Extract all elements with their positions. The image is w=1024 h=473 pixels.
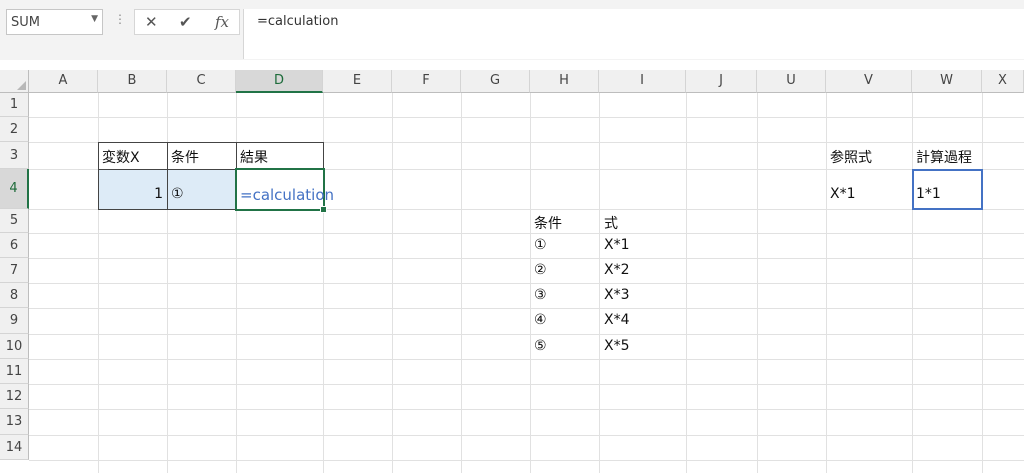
name-box[interactable]: SUM ▼ bbox=[6, 9, 103, 35]
cell-h7[interactable]: ② bbox=[534, 262, 547, 278]
row-header-6[interactable]: 6 bbox=[0, 233, 29, 258]
formula-bar-area: SUM ▼ ⋮ ✕ ✔ fx =calculation bbox=[0, 0, 1024, 60]
column-header-j[interactable]: J bbox=[686, 70, 757, 93]
gridline bbox=[29, 334, 1024, 335]
gridline bbox=[29, 460, 1024, 461]
gridline bbox=[29, 359, 1024, 360]
cell-h6[interactable]: ① bbox=[534, 237, 547, 253]
cell-i10[interactable]: X*5 bbox=[604, 338, 630, 354]
cell-i5[interactable]: 式 bbox=[604, 213, 618, 233]
cell-c4[interactable]: ① bbox=[171, 186, 184, 202]
gridline bbox=[29, 409, 1024, 410]
gridline bbox=[29, 258, 1024, 259]
cell-h8[interactable]: ③ bbox=[534, 287, 547, 303]
row-header-14[interactable]: 14 bbox=[0, 435, 29, 460]
formula-input[interactable]: =calculation bbox=[243, 9, 1024, 59]
select-all-corner[interactable] bbox=[0, 70, 29, 93]
formula-text: =calculation bbox=[257, 14, 339, 29]
column-header-w[interactable]: W bbox=[912, 70, 982, 93]
cell-w3[interactable]: 計算過程 bbox=[916, 147, 972, 167]
row-header-7[interactable]: 7 bbox=[0, 258, 29, 283]
separator bbox=[0, 60, 1024, 70]
chevron-down-icon[interactable]: ▼ bbox=[91, 14, 98, 24]
column-header-x[interactable]: X bbox=[982, 70, 1024, 93]
name-box-value: SUM bbox=[11, 15, 40, 30]
table-border bbox=[167, 142, 168, 210]
column-header-v[interactable]: V bbox=[826, 70, 912, 93]
row-header-8[interactable]: 8 bbox=[0, 283, 29, 308]
column-header-b[interactable]: B bbox=[98, 70, 167, 93]
cell-d4-formula[interactable]: =calculation bbox=[240, 186, 334, 204]
row-header-13[interactable]: 13 bbox=[0, 409, 29, 435]
gridline bbox=[29, 233, 1024, 234]
more-icon[interactable]: ⋮ bbox=[114, 12, 126, 26]
column-header-f[interactable]: F bbox=[392, 70, 461, 93]
enter-icon[interactable]: ✔ bbox=[179, 13, 192, 31]
column-header-i[interactable]: I bbox=[599, 70, 686, 93]
row-header-1[interactable]: 1 bbox=[0, 93, 29, 117]
column-header-g[interactable]: G bbox=[461, 70, 530, 93]
row-header-12[interactable]: 12 bbox=[0, 384, 29, 409]
gridline bbox=[29, 435, 1024, 436]
cell-h9[interactable]: ④ bbox=[534, 312, 547, 328]
row-header-10[interactable]: 10 bbox=[0, 334, 29, 359]
column-header-h[interactable]: H bbox=[530, 70, 599, 93]
column-header-e[interactable]: E bbox=[323, 70, 392, 93]
cell-i6[interactable]: X*1 bbox=[604, 237, 630, 253]
cell-b3[interactable]: 変数X bbox=[102, 147, 140, 167]
cell-i9[interactable]: X*4 bbox=[604, 312, 630, 328]
gridline bbox=[29, 283, 1024, 284]
cell-v4[interactable]: X*1 bbox=[830, 186, 856, 202]
cancel-icon[interactable]: ✕ bbox=[145, 13, 158, 31]
cell-h5[interactable]: 条件 bbox=[534, 213, 562, 233]
row-header-11[interactable]: 11 bbox=[0, 359, 29, 384]
formula-buttons: ✕ ✔ fx bbox=[134, 9, 240, 35]
cell-w4[interactable]: 1*1 bbox=[916, 186, 941, 202]
cell-d3[interactable]: 結果 bbox=[240, 147, 268, 167]
fill-handle[interactable] bbox=[320, 206, 327, 213]
column-header-u[interactable]: U bbox=[757, 70, 826, 93]
cell-i8[interactable]: X*3 bbox=[604, 287, 630, 303]
insert-function-icon[interactable]: fx bbox=[215, 13, 229, 31]
cell-h10[interactable]: ⑤ bbox=[534, 338, 547, 354]
row-header-5[interactable]: 5 bbox=[0, 209, 29, 233]
row-header-9[interactable]: 9 bbox=[0, 308, 29, 334]
gridline bbox=[29, 384, 1024, 385]
cell-i7[interactable]: X*2 bbox=[604, 262, 630, 278]
column-header-a[interactable]: A bbox=[29, 70, 98, 93]
row-header-2[interactable]: 2 bbox=[0, 117, 29, 142]
gridline bbox=[29, 117, 1024, 118]
column-header-c[interactable]: C bbox=[167, 70, 236, 93]
gridline bbox=[29, 308, 1024, 309]
row-header-3[interactable]: 3 bbox=[0, 142, 29, 169]
column-header-d[interactable]: D bbox=[236, 70, 323, 93]
cell-b4[interactable]: 1 bbox=[98, 186, 163, 202]
cell-c3[interactable]: 条件 bbox=[171, 147, 199, 167]
row-header-4[interactable]: 4 bbox=[0, 169, 29, 209]
cell-v3[interactable]: 参照式 bbox=[830, 147, 872, 167]
